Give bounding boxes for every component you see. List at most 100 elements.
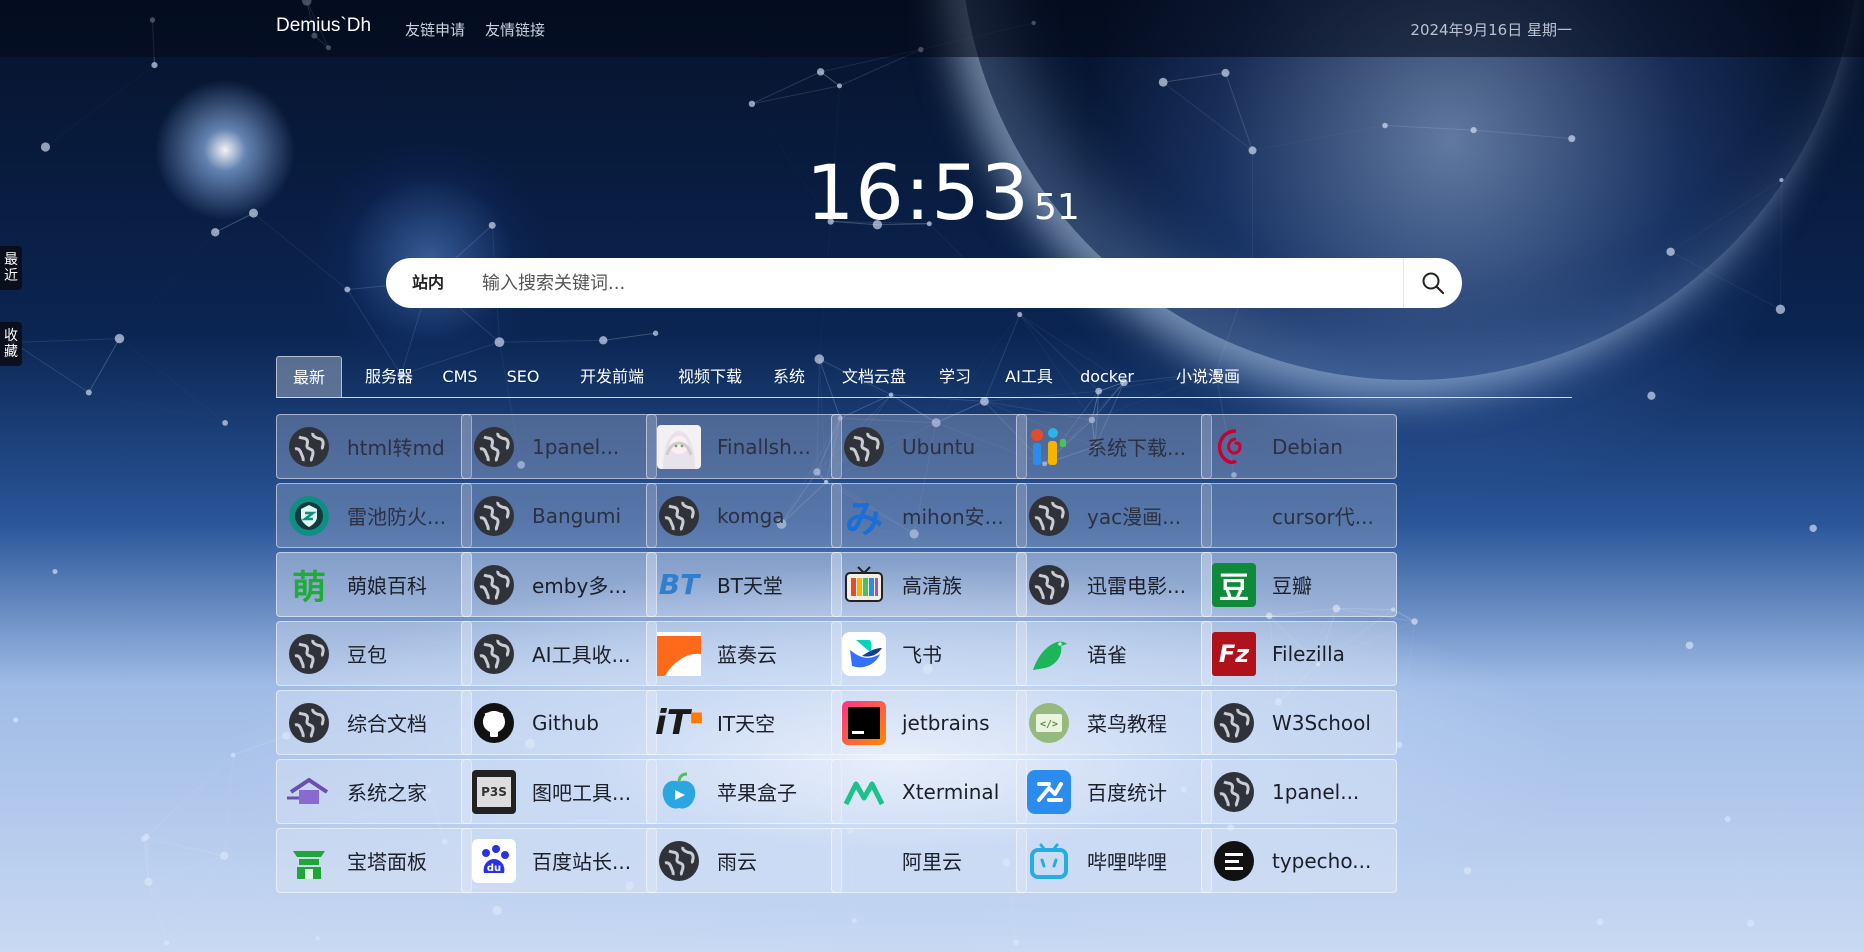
site-card[interactable]: 迅雷电影... — [1016, 552, 1212, 617]
site-card[interactable]: html转md — [276, 414, 472, 479]
site-card[interactable]: 百度统计 — [1016, 759, 1212, 824]
network-link — [1727, 818, 1752, 924]
site-card[interactable]: 雨云 — [646, 828, 842, 893]
site-card-label: yac漫画... — [1087, 505, 1182, 529]
site-card-label: 萌娘百科 — [347, 574, 427, 598]
network-link — [1162, 81, 1253, 151]
network-link — [1670, 251, 1781, 310]
site-card-label: Debian — [1272, 434, 1343, 459]
site-card[interactable]: 语雀 — [1016, 621, 1212, 686]
site-card[interactable]: P3S 图吧工具... — [461, 759, 657, 824]
side-tab-recent[interactable]: 最近 — [0, 246, 22, 290]
site-card[interactable]: 蓝奏云 — [646, 621, 842, 686]
network-link — [119, 339, 225, 423]
tab-ai-tools[interactable]: AI工具 — [998, 356, 1060, 397]
site-card[interactable]: emby多... — [461, 552, 657, 617]
site-card[interactable]: du 百度站长... — [461, 828, 657, 893]
network-node — [494, 337, 505, 348]
site-card[interactable]: cursor代... — [1201, 483, 1397, 548]
site-card-label: Ubuntu — [902, 434, 976, 459]
tab-latest[interactable]: 最新 — [276, 356, 342, 397]
site-card[interactable]: 系统下载... — [1016, 414, 1212, 479]
site-card-label: 飞书 — [902, 643, 942, 667]
site-card-label: 1panel... — [1272, 779, 1360, 804]
globe-icon — [1210, 768, 1258, 816]
site-card[interactable]: Bangumi — [461, 483, 657, 548]
site-card[interactable]: 豆包 — [276, 621, 472, 686]
tab-system[interactable]: 系统 — [766, 356, 812, 397]
site-card[interactable]: typecho... — [1201, 828, 1397, 893]
site-card[interactable]: 1panel... — [1201, 759, 1397, 824]
search-input[interactable] — [470, 258, 1400, 308]
tab-docker[interactable]: docker — [1076, 356, 1138, 397]
site-card[interactable]: 1panel... — [461, 414, 657, 479]
site-card[interactable]: 高清族 — [831, 552, 1027, 617]
site-card[interactable]: Ubuntu — [831, 414, 1027, 479]
jetbrains-icon — [840, 699, 888, 747]
site-card[interactable]: 萌萌娘百科 — [276, 552, 472, 617]
site-card[interactable]: </> 菜鸟教程 — [1016, 690, 1212, 755]
site-card[interactable]: yac漫画... — [1016, 483, 1212, 548]
network-node — [1596, 918, 1604, 926]
site-brand[interactable]: Demius`Dh — [276, 15, 371, 37]
blank-icon — [1210, 492, 1258, 540]
site-card-label: mihon安... — [902, 505, 1004, 529]
site-card[interactable]: 雷池防火... — [276, 483, 472, 548]
site-card[interactable]: Github — [461, 690, 657, 755]
site-card[interactable]: 综合文档 — [276, 690, 472, 755]
tab-seo[interactable]: SEO — [500, 356, 546, 397]
anime-avatar-icon — [655, 423, 703, 471]
side-tab-favorites[interactable]: 收藏 — [0, 322, 22, 366]
site-card[interactable]: み mihon安... — [831, 483, 1027, 548]
network-link — [12, 342, 90, 393]
system-home-icon — [285, 768, 333, 816]
site-card[interactable]: Finallsh... — [646, 414, 842, 479]
site-card-label: 蓝奏云 — [717, 643, 777, 667]
tab-novel-comic[interactable]: 小说漫画 — [1168, 356, 1248, 397]
site-card[interactable]: 宝塔面板 — [276, 828, 472, 893]
network-link — [143, 838, 225, 857]
site-card-label: 高清族 — [902, 574, 962, 598]
network-node — [144, 877, 153, 886]
network-node — [163, 940, 170, 946]
site-card[interactable]: 飞书 — [831, 621, 1027, 686]
github-icon — [470, 699, 518, 747]
site-card[interactable]: jetbrains — [831, 690, 1027, 755]
site-card-label: Xterminal — [902, 779, 1000, 804]
search-scope-selector[interactable]: 站内 — [386, 258, 470, 308]
site-card[interactable]: Debian — [1201, 414, 1397, 479]
network-node — [599, 336, 608, 345]
network-node — [1746, 919, 1755, 927]
site-card[interactable]: AI工具收... — [461, 621, 657, 686]
site-card[interactable]: iT■ IT天空 — [646, 690, 842, 755]
site-card[interactable]: BT BT天堂 — [646, 552, 842, 617]
bilibili-icon — [1025, 837, 1073, 885]
tab-docs-cloud[interactable]: 文档云盘 — [834, 356, 914, 397]
site-card[interactable]: 苹果盒子 — [646, 759, 842, 824]
site-card[interactable]: 哔哩哔哩 — [1016, 828, 1212, 893]
tab-video-download[interactable]: 视频下载 — [670, 356, 750, 397]
site-card[interactable]: 系统之家 — [276, 759, 472, 824]
network-node — [114, 333, 125, 344]
tab-learning[interactable]: 学习 — [932, 356, 978, 397]
network-link — [1252, 125, 1386, 151]
site-card[interactable]: Xterminal — [831, 759, 1027, 824]
search-icon — [1422, 272, 1445, 295]
network-link — [1670, 179, 1782, 253]
friend-links[interactable]: 友情链接 — [485, 19, 545, 40]
tab-server[interactable]: 服务器 — [356, 356, 422, 397]
site-card[interactable]: komga — [646, 483, 842, 548]
site-card-label: 菜鸟教程 — [1087, 712, 1167, 736]
site-card[interactable]: 豆豆瓣 — [1201, 552, 1397, 617]
site-card[interactable]: W3School — [1201, 690, 1397, 755]
network-link — [751, 71, 821, 105]
site-card[interactable]: 阿里云 — [831, 828, 1027, 893]
search-button[interactable] — [1403, 258, 1462, 308]
network-link — [751, 85, 840, 105]
globe-icon — [470, 561, 518, 609]
tab-frontend[interactable]: 开发前端 — [572, 356, 652, 397]
site-card[interactable]: Fz Filezilla — [1201, 621, 1397, 686]
friend-link-apply[interactable]: 友链申请 — [405, 19, 465, 40]
site-card-label: 系统之家 — [347, 781, 427, 805]
tab-cms[interactable]: CMS — [434, 356, 486, 397]
